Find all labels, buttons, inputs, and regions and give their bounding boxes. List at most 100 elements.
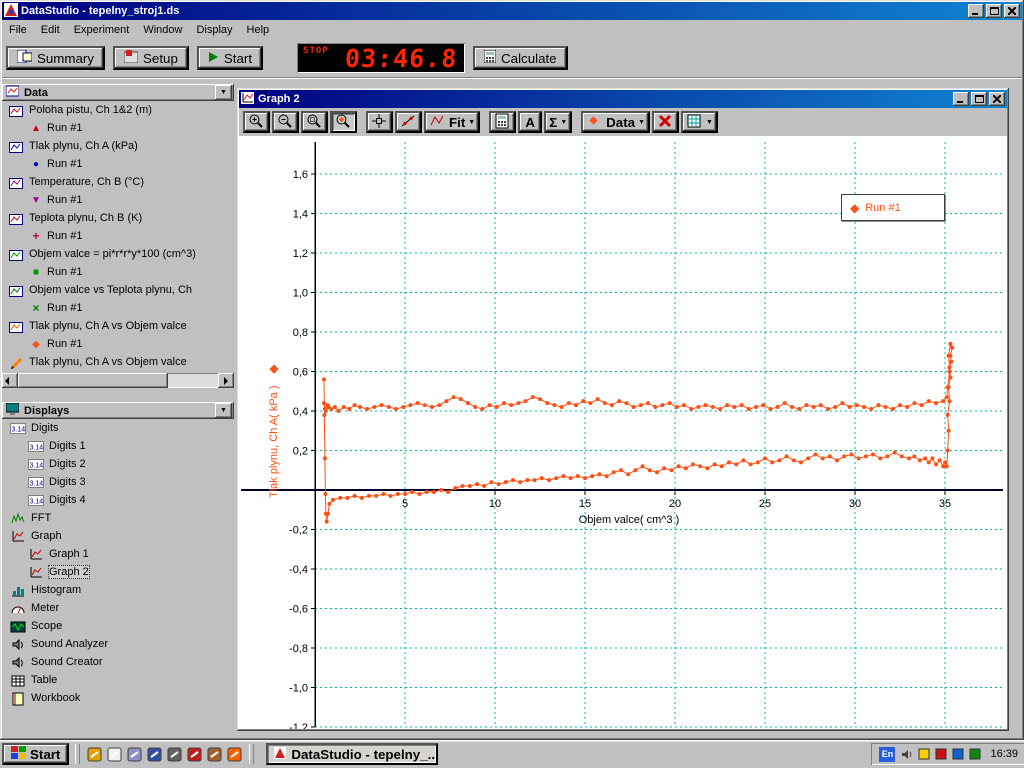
display-item-digits-1[interactable]: 3.14Digits 1 (2, 437, 234, 455)
display-item-scope[interactable]: Scope (2, 617, 234, 635)
timer-mode: STOP (303, 46, 329, 56)
calculate-button[interactable]: Calculate (473, 46, 568, 70)
summary-button[interactable]: Summary (6, 46, 105, 70)
close-button[interactable] (1004, 4, 1020, 18)
quicklaunch-icon-4[interactable] (146, 746, 163, 763)
tray-clock[interactable]: 16:39 (986, 748, 1018, 760)
graph-settings-button[interactable]: ▼ (681, 111, 718, 133)
display-item-table[interactable]: Table (2, 671, 234, 689)
display-item-graph-1[interactable]: Graph 1 (2, 545, 234, 563)
start-menu-button[interactable]: Start (2, 743, 69, 765)
scroll-right-button[interactable] (218, 373, 234, 388)
run-item[interactable]: +Run #1 (2, 227, 234, 245)
menu-item-edit[interactable]: Edit (34, 22, 67, 38)
run-item[interactable]: ×Run #1 (2, 299, 234, 317)
text-annotation-button[interactable]: A (518, 111, 542, 133)
taskbar-grip[interactable] (75, 744, 80, 764)
data-item[interactable]: Objem valce vs Teplota plynu, Ch (2, 281, 234, 299)
graph-maximize-button[interactable] (971, 92, 987, 106)
run-item[interactable]: ◆Run #1 (2, 335, 234, 353)
menu-item-file[interactable]: File (2, 22, 34, 38)
chart-area[interactable]: -1,2-1,0-0,8-0,6-0,4-0,20,20,40,60,81,01… (239, 136, 1007, 729)
svg-text:30: 30 (849, 498, 861, 510)
task-button[interactable]: DataStudio - tepelny_... (266, 743, 438, 765)
quicklaunch-icon-3[interactable] (126, 746, 143, 763)
summary-label: Summary (37, 51, 94, 66)
data-item[interactable]: Tlak plynu, Ch A vs Objem valce (2, 317, 234, 335)
graph-close-button[interactable] (989, 92, 1005, 106)
zoom-select-button[interactable] (301, 111, 328, 133)
maximize-button[interactable] (986, 4, 1002, 18)
menu-item-window[interactable]: Window (136, 22, 189, 38)
tray-icon-1[interactable] (917, 748, 930, 761)
display-item-graph-2[interactable]: Graph 2 (2, 563, 234, 581)
scale-to-fit-button[interactable] (330, 111, 357, 133)
display-item-fft[interactable]: FFT (2, 509, 234, 527)
volume-icon[interactable] (900, 748, 913, 761)
data-item[interactable]: Tlak plynu, Ch A vs Objem valce (2, 353, 234, 371)
display-item-meter[interactable]: Meter (2, 599, 234, 617)
language-indicator[interactable]: En (879, 747, 895, 762)
svg-text:-1,2: -1,2 (289, 722, 308, 729)
taskbar-grip-2[interactable] (249, 744, 254, 764)
display-item-graph[interactable]: Graph (2, 527, 234, 545)
quicklaunch-icon-7[interactable] (206, 746, 223, 763)
run-item[interactable]: ▼Run #1 (2, 191, 234, 209)
start-button[interactable]: Start (197, 46, 263, 70)
scroll-thumb[interactable] (18, 373, 168, 388)
setup-button[interactable]: Setup (113, 46, 189, 70)
chevron-down-icon: ▼ (560, 119, 567, 126)
display-item-workbook[interactable]: Workbook (2, 689, 234, 707)
remove-data-button[interactable] (652, 111, 679, 133)
play-icon (208, 51, 219, 66)
data-item[interactable]: Objem valce = pi*r*r*y*100 (cm^3) (2, 245, 234, 263)
chart-plot[interactable]: -1,2-1,0-0,8-0,6-0,4-0,20,20,40,60,81,01… (239, 136, 1007, 729)
data-panel-dropdown[interactable]: ▼ (215, 85, 232, 100)
data-item[interactable]: Poloha pistu, Ch 1&2 (m) (2, 101, 234, 119)
display-item-digits[interactable]: 3.14Digits (2, 419, 234, 437)
data-item[interactable]: Teplota plynu, Ch B (K) (2, 209, 234, 227)
display-item-histogram[interactable]: Histogram (2, 581, 234, 599)
minimize-button[interactable] (968, 4, 984, 18)
graph-minimize-button[interactable] (953, 92, 969, 106)
data-item[interactable]: Tlak plynu, Ch A (kPa) (2, 137, 234, 155)
statistics-button[interactable]: Σ▼ (544, 111, 572, 133)
zoom-in-button[interactable] (243, 111, 270, 133)
slope-tool-button[interactable] (395, 111, 422, 133)
display-item-sound-analyzer[interactable]: Sound Analyzer (2, 635, 234, 653)
display-item-label: Digits 1 (49, 440, 86, 452)
display-item-digits-3[interactable]: 3.14Digits 3 (2, 473, 234, 491)
data-item[interactable]: Temperature, Ch B (°C) (2, 173, 234, 191)
display-item-label: Digits 3 (49, 476, 86, 488)
quicklaunch-icon-1[interactable] (86, 746, 103, 763)
quicklaunch-icon-2[interactable] (106, 746, 123, 763)
smart-tool-button[interactable] (366, 111, 393, 133)
display-item-digits-2[interactable]: 3.14Digits 2 (2, 455, 234, 473)
tray-icon-3[interactable] (951, 748, 964, 761)
zoom-out-button[interactable] (272, 111, 299, 133)
displays-tree: 3.14Digits3.14Digits 13.14Digits 23.14Di… (2, 419, 234, 707)
data-menu-label: Data (606, 115, 635, 130)
fit-menu-button[interactable]: Fit▼ (424, 111, 480, 133)
display-item-sound-creator[interactable]: Sound Creator (2, 653, 234, 671)
menu-item-help[interactable]: Help (240, 22, 277, 38)
display-item-digits-4[interactable]: 3.14Digits 4 (2, 491, 234, 509)
displays-panel-dropdown[interactable]: ▼ (215, 403, 232, 418)
scroll-left-button[interactable] (2, 373, 18, 388)
chart-svg[interactable]: -1,2-1,0-0,8-0,6-0,4-0,20,20,40,60,81,01… (239, 136, 1007, 729)
quicklaunch-icon-6[interactable] (186, 746, 203, 763)
quicklaunch-icon-8[interactable] (226, 746, 243, 763)
legend[interactable]: ◆ Run #1 (841, 194, 945, 221)
quicklaunch-icon-5[interactable] (166, 746, 183, 763)
tray-icon-4[interactable] (968, 748, 981, 761)
statistics-label: Σ (549, 115, 557, 130)
tray-icon-2[interactable] (934, 748, 947, 761)
data-menu-button[interactable]: Data▼ (581, 111, 650, 133)
run-item-label: Run #1 (47, 158, 82, 170)
menu-item-experiment[interactable]: Experiment (67, 22, 137, 38)
menu-item-display[interactable]: Display (189, 22, 239, 38)
run-item[interactable]: ▲Run #1 (2, 119, 234, 137)
run-item[interactable]: ■Run #1 (2, 263, 234, 281)
run-item[interactable]: ●Run #1 (2, 155, 234, 173)
calculator-button[interactable] (489, 111, 516, 133)
